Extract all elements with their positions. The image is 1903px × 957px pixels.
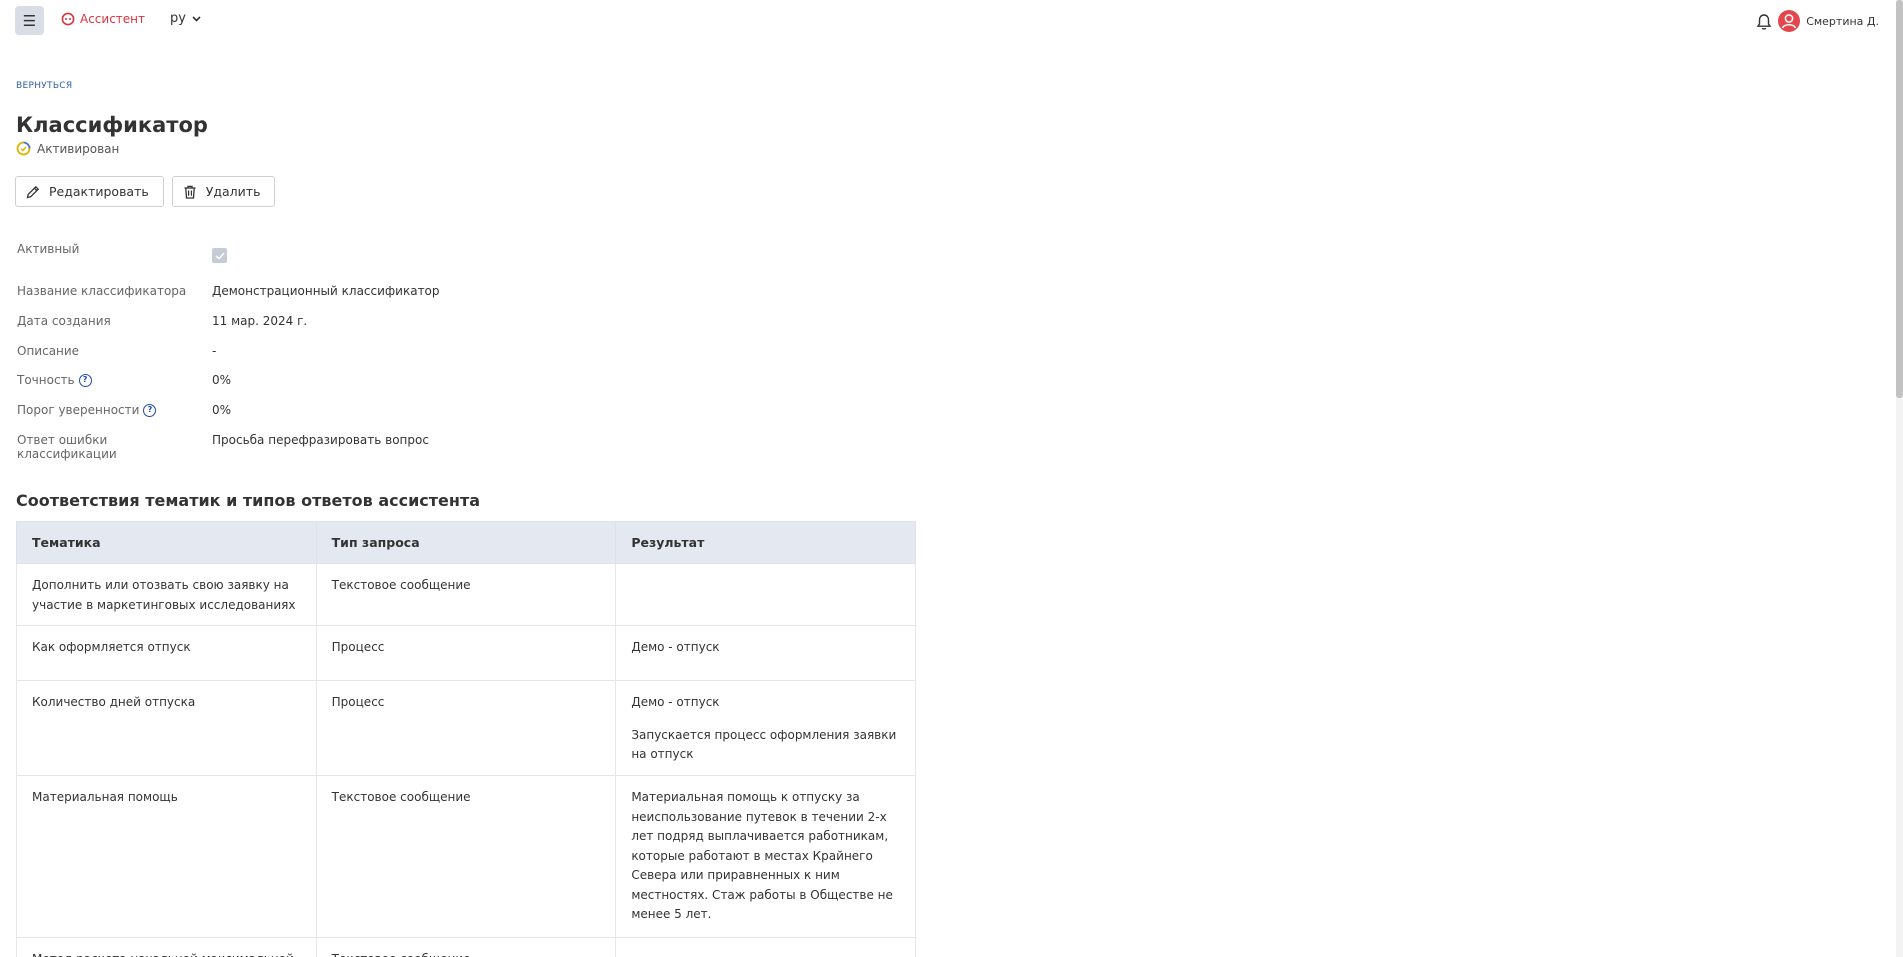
field-label: Ответ ошибки классификации bbox=[17, 433, 117, 461]
field-value: Просьба перефразировать вопрос bbox=[212, 433, 429, 447]
cell-type: Текстовое сообщение bbox=[315, 937, 617, 957]
cell-topic: Количество дней отпуска bbox=[16, 680, 317, 776]
section-title: Соответствия тематик и типов ответов асс… bbox=[16, 491, 481, 510]
delete-button[interactable]: Удалить bbox=[171, 176, 276, 207]
field-label: Порог уверенности bbox=[17, 403, 140, 417]
field-label-wrap: Точность ? bbox=[17, 373, 197, 387]
cell-result bbox=[615, 937, 916, 957]
edit-button[interactable]: Редактировать bbox=[15, 176, 164, 207]
topics-table: Тематика Тип запроса Результат Дополнить… bbox=[16, 521, 916, 957]
checkmark-icon bbox=[215, 252, 225, 260]
assistant-logo-icon bbox=[61, 12, 75, 26]
active-checkbox[interactable] bbox=[212, 248, 227, 263]
table-row[interactable]: Как оформляется отпуск Процесс Демо - от… bbox=[16, 625, 916, 681]
table-row[interactable]: Количество дней отпуска Процесс Демо - о… bbox=[16, 680, 916, 776]
back-link[interactable]: ВЕРНУТЬСЯ bbox=[16, 81, 72, 91]
pencil-icon bbox=[26, 185, 40, 198]
hamburger-menu-button[interactable]: ☰ bbox=[15, 6, 44, 35]
status-label: Активирован bbox=[37, 141, 120, 156]
result-text: Запускается процесс оформления заявки на… bbox=[631, 727, 897, 762]
field-label: Описание bbox=[17, 344, 80, 358]
action-toolbar: Редактировать Удалить bbox=[15, 176, 276, 207]
table-row[interactable]: Дополнить или отозвать свою заявку на уч… bbox=[16, 563, 916, 626]
field-label: Дата создания bbox=[17, 314, 111, 328]
cell-type: Текстовое сообщение bbox=[315, 775, 617, 938]
topics-table-container[interactable]: Тематика Тип запроса Результат Дополнить… bbox=[16, 521, 916, 957]
hamburger-icon: ☰ bbox=[22, 11, 37, 30]
help-icon[interactable]: ? bbox=[78, 373, 92, 387]
notifications-bell-icon[interactable] bbox=[1754, 12, 1774, 32]
result-text: Демо - отпуск bbox=[631, 640, 720, 654]
brand-link[interactable]: Ассистент bbox=[61, 12, 145, 26]
field-label: Активный bbox=[17, 242, 80, 256]
cell-topic: Метод расчета начальной максимальной bbox=[16, 937, 317, 957]
field-value bbox=[212, 248, 227, 263]
cell-result: Демо - отпуск Запускается процесс оформл… bbox=[615, 680, 916, 776]
status-badge: Активирован bbox=[16, 141, 119, 156]
field-value: 0% bbox=[212, 403, 232, 417]
field-value: Демонстрационный классификатор bbox=[212, 284, 440, 298]
edit-button-label: Редактировать bbox=[49, 184, 149, 199]
field-label: Точность bbox=[17, 373, 75, 387]
avatar-icon bbox=[1778, 10, 1801, 32]
table-row[interactable]: Материальная помощь Текстовое сообщение … bbox=[16, 775, 916, 938]
column-header-topic[interactable]: Тематика bbox=[16, 521, 317, 564]
cell-result: Материальная помощь к отпуску за неиспол… bbox=[615, 775, 916, 938]
status-active-icon bbox=[16, 141, 31, 156]
field-value: 0% bbox=[212, 373, 232, 387]
table-row[interactable]: Метод расчета начальной максимальной Тек… bbox=[16, 937, 916, 957]
page-scrollbar-thumb[interactable] bbox=[1896, 0, 1903, 398]
cell-topic: Как оформляется отпуск bbox=[16, 625, 317, 681]
cell-topic: Материальная помощь bbox=[16, 775, 317, 938]
chevron-down-icon bbox=[192, 15, 201, 22]
help-icon[interactable]: ? bbox=[143, 403, 157, 417]
delete-button-label: Удалить bbox=[205, 184, 261, 199]
brand-label: Ассистент bbox=[80, 12, 146, 26]
cell-type: Процесс bbox=[315, 625, 617, 681]
result-text: Демо - отпуск bbox=[631, 695, 720, 709]
language-select[interactable]: ру bbox=[170, 11, 201, 26]
field-label: Название классификатора bbox=[17, 284, 187, 298]
column-header-result[interactable]: Результат bbox=[615, 521, 916, 564]
field-value: - bbox=[212, 344, 217, 358]
cell-result bbox=[615, 563, 916, 626]
result-text: Материальная помощь к отпуску за неиспол… bbox=[631, 790, 893, 921]
cell-result: Демо - отпуск bbox=[615, 625, 916, 681]
cell-type: Процесс bbox=[315, 680, 617, 776]
cell-topic: Дополнить или отозвать свою заявку на уч… bbox=[16, 563, 317, 626]
user-name: Смертина Д. bbox=[1806, 14, 1879, 28]
top-bar: ☰ Ассистент ру Смертина Д. bbox=[0, 0, 1903, 42]
cell-type: Текстовое сообщение bbox=[315, 563, 617, 626]
column-header-type[interactable]: Тип запроса bbox=[315, 521, 617, 564]
trash-icon bbox=[184, 185, 196, 199]
table-header-row: Тематика Тип запроса Результат bbox=[16, 521, 916, 564]
language-value: ру bbox=[170, 11, 186, 26]
field-label-wrap: Порог уверенности ? bbox=[17, 403, 197, 417]
field-value: 11 мар. 2024 г. bbox=[212, 314, 308, 328]
page-scrollbar-track[interactable] bbox=[1896, 0, 1903, 957]
page-title: Классификатор bbox=[16, 113, 208, 137]
user-menu[interactable]: Смертина Д. bbox=[1778, 10, 1879, 32]
